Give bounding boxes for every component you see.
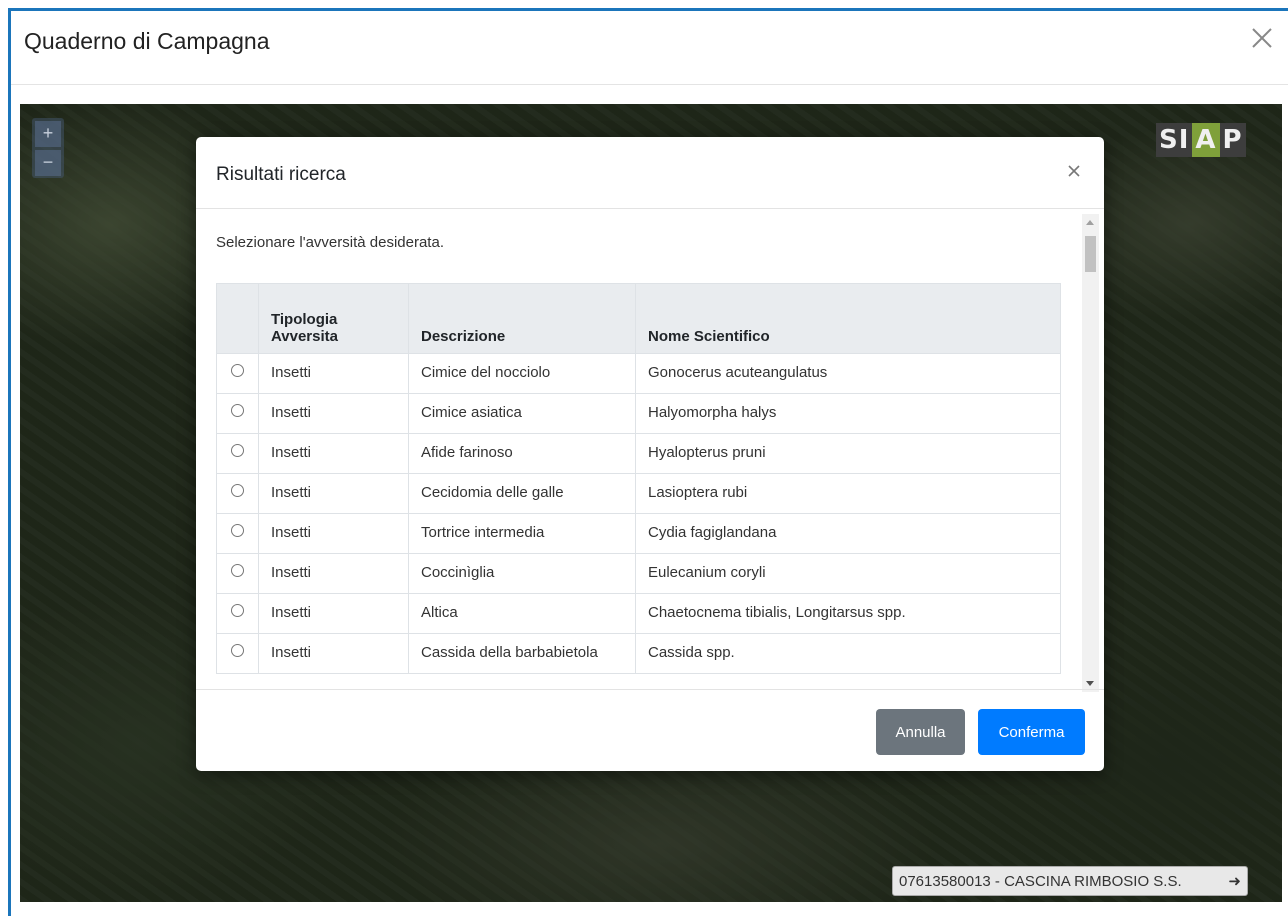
select-cell <box>216 593 259 634</box>
descrizione-cell: Cassida della barbabietola <box>408 633 636 674</box>
row-radio[interactable] <box>231 644 244 657</box>
header-select <box>216 283 259 354</box>
table-row[interactable]: Insetti Cimice asiatica Halyomorpha haly… <box>216 393 1061 434</box>
table-row[interactable]: Insetti Coccinìglia Eulecanium coryli <box>216 553 1061 594</box>
row-radio[interactable] <box>231 444 244 457</box>
scroll-up-icon[interactable] <box>1086 220 1094 225</box>
results-table: Tipologia Avversita Descrizione Nome Sci… <box>216 283 1061 674</box>
dialog-close-icon[interactable] <box>1064 161 1084 181</box>
table-row[interactable]: Insetti Altica Chaetocnema tibialis, Lon… <box>216 593 1061 634</box>
search-results-dialog: Risultati ricerca Selezionare l'avversit… <box>196 137 1104 771</box>
table-row[interactable]: Insetti Afide farinoso Hyalopterus pruni <box>216 433 1061 474</box>
table-row[interactable]: Insetti Cassida della barbabietola Cassi… <box>216 633 1061 674</box>
descrizione-cell: Coccinìglia <box>408 553 636 594</box>
descrizione-cell: Cimice asiatica <box>408 393 636 434</box>
zoom-out-button[interactable]: − <box>35 150 61 176</box>
select-cell <box>216 633 259 674</box>
instructions-text: Selezionare l'avversità desiderata. <box>216 234 444 251</box>
nome-scientifico-cell: Gonocerus acuteangulatus <box>635 353 1061 394</box>
tipologia-cell: Insetti <box>258 393 409 434</box>
nome-scientifico-cell: Cydia fagiglandana <box>635 513 1061 554</box>
nome-scientifico-cell: Lasioptera rubi <box>635 473 1061 514</box>
select-cell <box>216 553 259 594</box>
tipologia-cell: Insetti <box>258 633 409 674</box>
farm-label-text: 07613580013 - CASCINA RIMBOSIO S.S. <box>899 872 1182 890</box>
map-zoom-control: + − <box>32 118 64 178</box>
tipologia-cell: Insetti <box>258 593 409 634</box>
dialog-title: Risultati ricerca <box>216 164 346 185</box>
tipologia-cell: Insetti <box>258 433 409 474</box>
nome-scientifico-cell: Hyalopterus pruni <box>635 433 1061 474</box>
table-row[interactable]: Insetti Tortrice intermedia Cydia fagigl… <box>216 513 1061 554</box>
row-radio[interactable] <box>231 404 244 417</box>
table-row[interactable]: Insetti Cimice del nocciolo Gonocerus ac… <box>216 353 1061 394</box>
dialog-footer: Annulla Conferma <box>196 689 1104 771</box>
descrizione-cell: Cimice del nocciolo <box>408 353 636 394</box>
select-cell <box>216 353 259 394</box>
nome-scientifico-cell: Eulecanium coryli <box>635 553 1061 594</box>
select-cell <box>216 433 259 474</box>
farm-label[interactable]: 07613580013 - CASCINA RIMBOSIO S.S. ➜ <box>892 866 1248 896</box>
title-divider <box>11 84 1288 85</box>
header-nome-scientifico: Nome Scientifico <box>635 283 1061 354</box>
tipologia-cell: Insetti <box>258 473 409 514</box>
row-radio[interactable] <box>231 564 244 577</box>
tipologia-cell: Insetti <box>258 553 409 594</box>
select-cell <box>216 513 259 554</box>
arrow-right-icon[interactable]: ➜ <box>1228 872 1241 890</box>
dialog-body: Selezionare l'avversità desiderata. Tipo… <box>196 210 1104 688</box>
tipologia-cell: Insetti <box>258 353 409 394</box>
cancel-button[interactable]: Annulla <box>876 709 965 755</box>
descrizione-cell: Cecidomia delle galle <box>408 473 636 514</box>
row-radio[interactable] <box>231 364 244 377</box>
nome-scientifico-cell: Cassida spp. <box>635 633 1061 674</box>
row-radio[interactable] <box>231 604 244 617</box>
select-cell <box>216 473 259 514</box>
dialog-scrollbar[interactable] <box>1082 214 1099 692</box>
descrizione-cell: Tortrice intermedia <box>408 513 636 554</box>
results-table-wrapper: Tipologia Avversita Descrizione Nome Sci… <box>216 283 1061 674</box>
descrizione-cell: Afide farinoso <box>408 433 636 474</box>
confirm-button[interactable]: Conferma <box>978 709 1085 755</box>
table-header-row: Tipologia Avversita Descrizione Nome Sci… <box>216 283 1061 354</box>
window-title: Quaderno di Campagna <box>24 28 270 54</box>
siap-logo: SI A P <box>1156 120 1252 160</box>
nome-scientifico-cell: Halyomorpha halys <box>635 393 1061 434</box>
scroll-thumb[interactable] <box>1085 236 1096 272</box>
header-descrizione: Descrizione <box>408 283 636 354</box>
dialog-header: Risultati ricerca <box>196 137 1104 209</box>
close-icon[interactable] <box>1248 24 1276 52</box>
row-radio[interactable] <box>231 484 244 497</box>
descrizione-cell: Altica <box>408 593 636 634</box>
row-radio[interactable] <box>231 524 244 537</box>
scroll-down-icon[interactable] <box>1086 681 1094 686</box>
header-tipologia: Tipologia Avversita <box>258 283 409 354</box>
table-row[interactable]: Insetti Cecidomia delle galle Lasioptera… <box>216 473 1061 514</box>
tipologia-cell: Insetti <box>258 513 409 554</box>
zoom-in-button[interactable]: + <box>35 121 61 147</box>
select-cell <box>216 393 259 434</box>
nome-scientifico-cell: Chaetocnema tibialis, Longitarsus spp. <box>635 593 1061 634</box>
